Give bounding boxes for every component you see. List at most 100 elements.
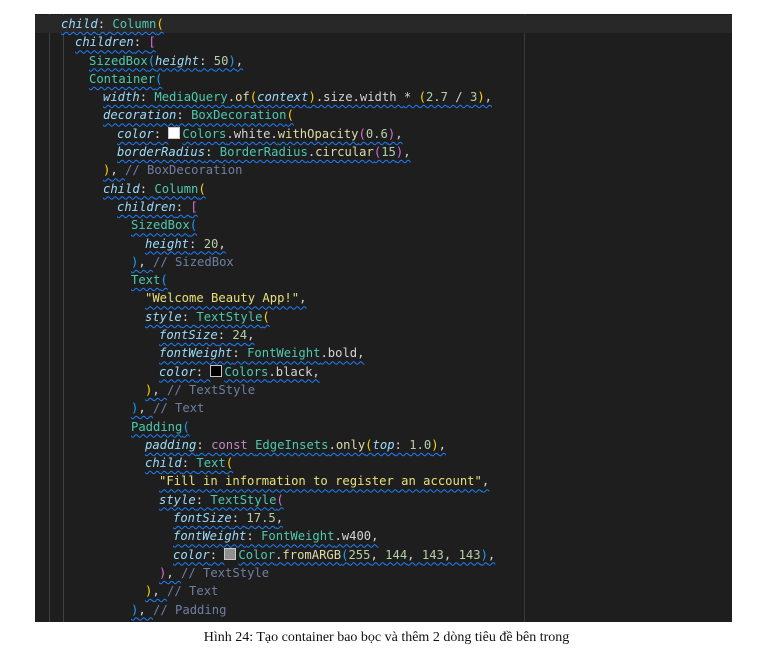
code-token: ( (155, 71, 163, 86)
code-token: , (235, 53, 244, 68)
code-line[interactable]: ), // Padding (35, 601, 732, 619)
code-line[interactable]: fontWeight: FontWeight.bold, (35, 344, 732, 362)
code-line[interactable]: children: [ (35, 33, 732, 51)
code-token: : (139, 181, 155, 196)
code-token: ( (358, 126, 366, 141)
code-line[interactable]: ), // Text (35, 399, 732, 417)
code-line[interactable]: width: MediaQuery.of(context).size.width… (35, 88, 732, 106)
code-line[interactable]: style: TextStyle( (35, 308, 732, 326)
code-token: width (103, 90, 140, 105)
code-token: , (487, 547, 496, 562)
code-line[interactable]: Text( (35, 271, 732, 289)
code-token: 24 (232, 328, 248, 343)
code-token: // Text (167, 584, 219, 599)
code-token: fontWeight (159, 346, 233, 361)
code-token: , (275, 511, 284, 526)
code-line[interactable]: fontWeight: FontWeight.w400, (35, 527, 732, 545)
code-token: 50 (213, 53, 229, 68)
code-line[interactable]: color: Colors.black, (35, 363, 732, 381)
code-token: , (152, 382, 168, 397)
code-token: ) (477, 90, 485, 105)
color-swatch[interactable] (210, 364, 223, 377)
code-editor[interactable]: child: Column(children: [SizedBox(height… (35, 14, 732, 622)
code-token: : (175, 199, 191, 214)
code-line[interactable]: child: Text( (35, 454, 732, 472)
code-line[interactable]: color: Color.fromARGB(255, 144, 143, 143… (35, 546, 732, 564)
code-token: : (217, 328, 233, 343)
code-token: , (138, 254, 154, 269)
code-token: : (196, 437, 212, 452)
code-token: : (205, 145, 220, 160)
code-token: ( (262, 309, 270, 324)
code-token: 143 (458, 547, 481, 562)
code-line[interactable]: children: [ (35, 198, 732, 216)
code-token: fontWeight (173, 529, 247, 544)
code-line[interactable]: Container( (35, 70, 732, 88)
code-token: .white. (226, 126, 278, 141)
code-token: // BoxDecoration (125, 163, 243, 178)
code-token: TextStyle (210, 492, 277, 507)
code-line[interactable]: SizedBox(height: 50), (35, 52, 732, 70)
code-token: : (199, 53, 214, 68)
code-token: fontSize (173, 511, 232, 526)
code-line[interactable]: style: TextStyle( (35, 491, 732, 509)
code-token: [ (148, 35, 156, 50)
code-token: ( (147, 53, 156, 68)
code-token: ) (480, 547, 488, 562)
code-token: . (227, 90, 236, 105)
code-token: .bold, (320, 346, 365, 361)
code-token: , (481, 474, 490, 489)
code-line[interactable]: ), // TextStyle (35, 564, 732, 582)
code-line[interactable]: ), // BoxDecoration (35, 161, 732, 179)
code-token: , (395, 126, 403, 141)
code-line[interactable]: borderRadius: BorderRadius.circular(15), (35, 143, 732, 161)
code-token: Color (238, 547, 276, 562)
code-token: .w400, (334, 529, 379, 544)
code-token: Container (89, 71, 156, 86)
code-line[interactable]: ), // Text (35, 582, 732, 600)
code-token: : (97, 17, 113, 31)
code-token: TextStyle (196, 309, 263, 324)
code-line[interactable]: SizedBox( (35, 216, 732, 234)
code-token: padding (145, 437, 197, 452)
code-line[interactable]: Padding( (35, 418, 732, 436)
code-line[interactable]: color: Colors.white.withOpacity(0.6), (35, 125, 732, 143)
code-line[interactable]: fontSize: 17.5, (35, 509, 732, 527)
code-token: MediaQuery (154, 90, 228, 105)
code-line[interactable]: "Fill in information to register an acco… (35, 472, 732, 490)
code-token: , (138, 602, 154, 617)
code-token: ( (160, 273, 168, 288)
code-line[interactable]: ), // TextStyle (35, 381, 732, 399)
code-token: : (195, 492, 211, 507)
color-swatch[interactable] (168, 126, 181, 139)
code-line[interactable]: fontSize: 24, (35, 326, 732, 344)
code-token: Text (131, 273, 161, 288)
code-token: : (209, 547, 225, 562)
code-token: .black, (268, 364, 320, 379)
code-token: : (153, 126, 169, 141)
code-line[interactable]: "Welcome Beauty App!", (35, 289, 732, 307)
code-token: fromARGB (282, 547, 342, 562)
code-token: Column (154, 181, 199, 196)
code-token: , (166, 565, 182, 580)
code-line[interactable]: ), // SizedBox (35, 253, 732, 271)
code-line[interactable]: height: 20, (35, 235, 732, 253)
code-token: ( (189, 218, 198, 233)
code-token: FontWeight (247, 346, 321, 361)
code-line[interactable]: child: Column( (35, 15, 732, 34)
code-token: * (403, 90, 419, 105)
code-line[interactable]: child: Column( (35, 180, 732, 198)
code-token: .size.width (315, 90, 404, 105)
code-token: EdgeInsets (255, 437, 329, 452)
code-token: : (232, 346, 248, 361)
code-token: // Padding (153, 602, 227, 617)
code-token: "Fill in information to register an acco… (159, 474, 482, 489)
code-token: , (438, 437, 446, 452)
color-swatch[interactable] (224, 547, 237, 560)
code-line[interactable]: decoration: BoxDecoration( (35, 106, 732, 124)
code-token: : (189, 236, 204, 251)
code-token: fontSize (159, 328, 218, 343)
code-token: only (335, 437, 366, 452)
code-line[interactable]: padding: const EdgeInsets.only(top: 1.0)… (35, 436, 732, 454)
code-lines[interactable]: child: Column(children: [SizedBox(height… (35, 15, 732, 619)
